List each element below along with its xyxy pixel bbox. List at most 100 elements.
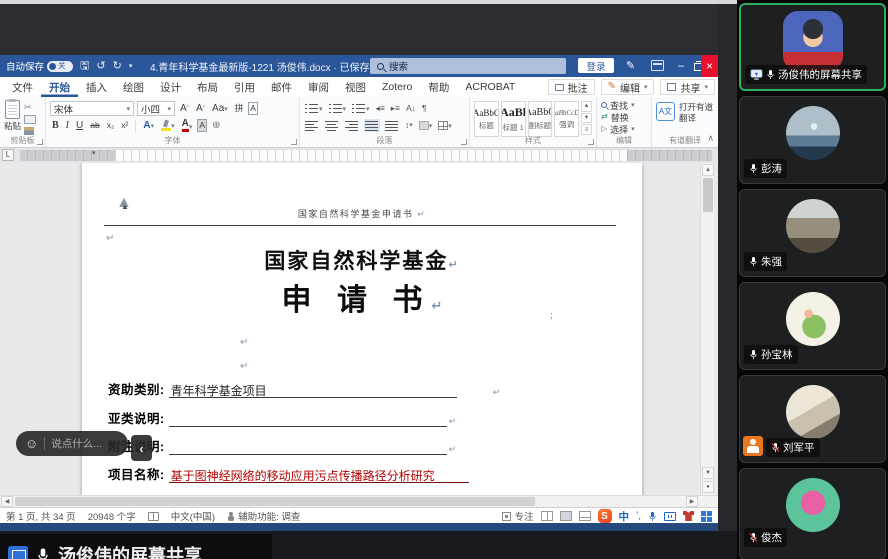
tab-references[interactable]: 引用: [226, 77, 263, 97]
styles-scroll-up-icon[interactable]: ▲: [581, 101, 592, 112]
field-row-category[interactable]: 资助类别: 青年科学基金项目 ↵: [108, 379, 500, 398]
ime-mic-icon[interactable]: [648, 511, 657, 522]
bold-button[interactable]: B: [50, 120, 61, 132]
dialog-launcher-icon[interactable]: [588, 139, 594, 145]
participant-tile[interactable]: 彭涛: [739, 96, 886, 184]
replace-button[interactable]: ⇄替换: [601, 111, 647, 123]
web-layout-icon[interactable]: [579, 511, 591, 521]
comments-button[interactable]: 批注: [548, 79, 595, 95]
scroll-up-icon[interactable]: ▲: [702, 164, 714, 176]
share-button[interactable]: 共享▾: [660, 79, 715, 95]
editing-mode-button[interactable]: ✎编辑▾: [601, 79, 655, 95]
tab-help[interactable]: 帮助: [420, 77, 457, 97]
dialog-launcher-icon[interactable]: [37, 139, 43, 145]
accessibility-status[interactable]: 辅助功能: 调查: [227, 509, 300, 523]
scroll-left-icon[interactable]: ◀: [1, 496, 13, 507]
tab-home[interactable]: 开始: [41, 77, 78, 97]
participant-tile[interactable]: 俊杰: [739, 468, 886, 559]
chat-input[interactable]: ☺ 说点什么...: [16, 431, 128, 456]
tab-zotero[interactable]: Zotero: [374, 77, 420, 97]
field-row-subclass[interactable]: 亚类说明: ↵: [108, 408, 456, 427]
underline-button[interactable]: U: [74, 120, 85, 132]
language-indicator[interactable]: 中文(中国): [171, 509, 215, 523]
field-value[interactable]: 基于图神经网络的移动应用污点传播路径分析研究: [169, 467, 469, 483]
tab-review[interactable]: 审阅: [300, 77, 337, 97]
select-button[interactable]: ▷选择▾: [601, 123, 647, 135]
field-value[interactable]: [169, 411, 447, 427]
tab-file[interactable]: 文件: [4, 77, 41, 97]
justify-button[interactable]: [364, 119, 380, 132]
find-button[interactable]: 查找▾: [601, 99, 647, 111]
highlight-button[interactable]: ▾: [159, 120, 177, 131]
tab-view[interactable]: 视图: [337, 77, 374, 97]
search-input[interactable]: 搜索: [370, 58, 566, 74]
browse-object-icon[interactable]: ●: [702, 481, 714, 493]
style-card-title[interactable]: AaBbC标题: [474, 101, 499, 137]
pen-mode-icon[interactable]: ✎: [626, 59, 635, 72]
print-layout-icon[interactable]: [560, 511, 572, 521]
decrease-indent-button[interactable]: ◂≡: [375, 103, 386, 114]
tab-draw[interactable]: 绘图: [115, 77, 152, 97]
scroll-down-icon[interactable]: ▼: [702, 467, 714, 479]
align-right-button[interactable]: [344, 119, 360, 132]
show-marks-button[interactable]: ¶: [421, 103, 428, 114]
quick-access-chevron-icon[interactable]: ▾: [129, 63, 133, 70]
document-page[interactable]: ▲ ▲ 国家自然科学基金申请书 ↵ ↵ 国家自然科学基金↵ 申 请 书↵ ; ↵…: [82, 163, 642, 495]
tab-acrobat[interactable]: ACROBAT: [457, 77, 523, 97]
emoji-icon[interactable]: ☺: [25, 437, 38, 450]
subscript-button[interactable]: x₂: [105, 120, 117, 130]
paste-button[interactable]: 粘贴: [4, 100, 21, 135]
cut-icon[interactable]: ✂: [24, 102, 36, 112]
chat-collapse-button[interactable]: ‹: [131, 435, 152, 461]
participant-tile-sharing[interactable]: 汤俊伟的屏幕共享: [739, 3, 886, 91]
numbered-list-button[interactable]: ▾: [328, 102, 348, 115]
field-row-project-name[interactable]: 项目名称: 基于图神经网络的移动应用污点传播路径分析研究: [108, 464, 469, 483]
proofing-status-icon[interactable]: [148, 512, 159, 521]
tab-selector[interactable]: L: [2, 149, 14, 161]
superscript-button[interactable]: x²: [119, 120, 130, 130]
font-color-button[interactable]: A▾: [180, 119, 195, 132]
save-icon[interactable]: 🖫: [80, 61, 89, 72]
autosave-toggle[interactable]: 自动保存 关: [6, 59, 73, 73]
shrink-font-button[interactable]: Aˇ: [194, 103, 207, 115]
sort-button[interactable]: A↓: [405, 103, 417, 114]
tab-design[interactable]: 设计: [152, 77, 189, 97]
tab-layout[interactable]: 布局: [189, 77, 226, 97]
ime-toolbox-icon[interactable]: [701, 511, 712, 522]
copy-icon[interactable]: [24, 115, 36, 124]
scroll-right-icon[interactable]: ▶: [686, 496, 698, 507]
font-size-combo[interactable]: 小四▾: [137, 101, 175, 116]
italic-button[interactable]: I: [64, 120, 71, 132]
vertical-scroll-thumb[interactable]: [703, 178, 713, 212]
increase-indent-button[interactable]: ▸≡: [390, 103, 401, 114]
field-value[interactable]: 青年科学基金项目: [169, 382, 457, 398]
shading-button[interactable]: ▾: [418, 120, 434, 131]
strikethrough-button[interactable]: ab: [88, 120, 101, 130]
horizontal-scroll-thumb[interactable]: [15, 497, 535, 506]
ime-mode-toggle[interactable]: 中: [619, 509, 630, 524]
sogou-logo-icon[interactable]: S: [598, 509, 612, 523]
participant-tile[interactable]: 刘军平: [739, 375, 886, 463]
tab-mailings[interactable]: 邮件: [263, 77, 300, 97]
tab-insert[interactable]: 插入: [78, 77, 115, 97]
collapse-ribbon-icon[interactable]: ∧: [707, 133, 714, 144]
ime-skin-icon[interactable]: [683, 511, 694, 521]
word-count[interactable]: 20948 个字: [88, 509, 136, 523]
font-name-combo[interactable]: 宋体▾: [50, 101, 134, 116]
close-button[interactable]: ×: [701, 55, 718, 77]
page-indicator[interactable]: 第 1 页, 共 34 页: [6, 509, 76, 523]
minimize-button[interactable]: –: [673, 55, 689, 77]
align-left-button[interactable]: [304, 119, 320, 132]
borders-button[interactable]: ▾: [437, 120, 453, 131]
text-effects-button[interactable]: A▾: [141, 120, 156, 132]
youdao-open-button[interactable]: 打开有道翻译: [679, 102, 714, 135]
dialog-launcher-icon[interactable]: [291, 139, 297, 145]
enclose-characters-button[interactable]: ⊕: [210, 120, 222, 132]
line-spacing-button[interactable]: ↕▾: [404, 120, 414, 131]
redo-icon[interactable]: ↻: [113, 61, 122, 72]
styles-scroll-down-icon[interactable]: ▼: [581, 113, 592, 124]
participant-tile[interactable]: 孙宝林: [739, 282, 886, 370]
bullet-list-button[interactable]: ▾: [304, 102, 324, 115]
field-row-note[interactable]: 附注说明: ↵: [108, 436, 456, 455]
indent-marker-icon[interactable]: ▾: [92, 148, 96, 159]
